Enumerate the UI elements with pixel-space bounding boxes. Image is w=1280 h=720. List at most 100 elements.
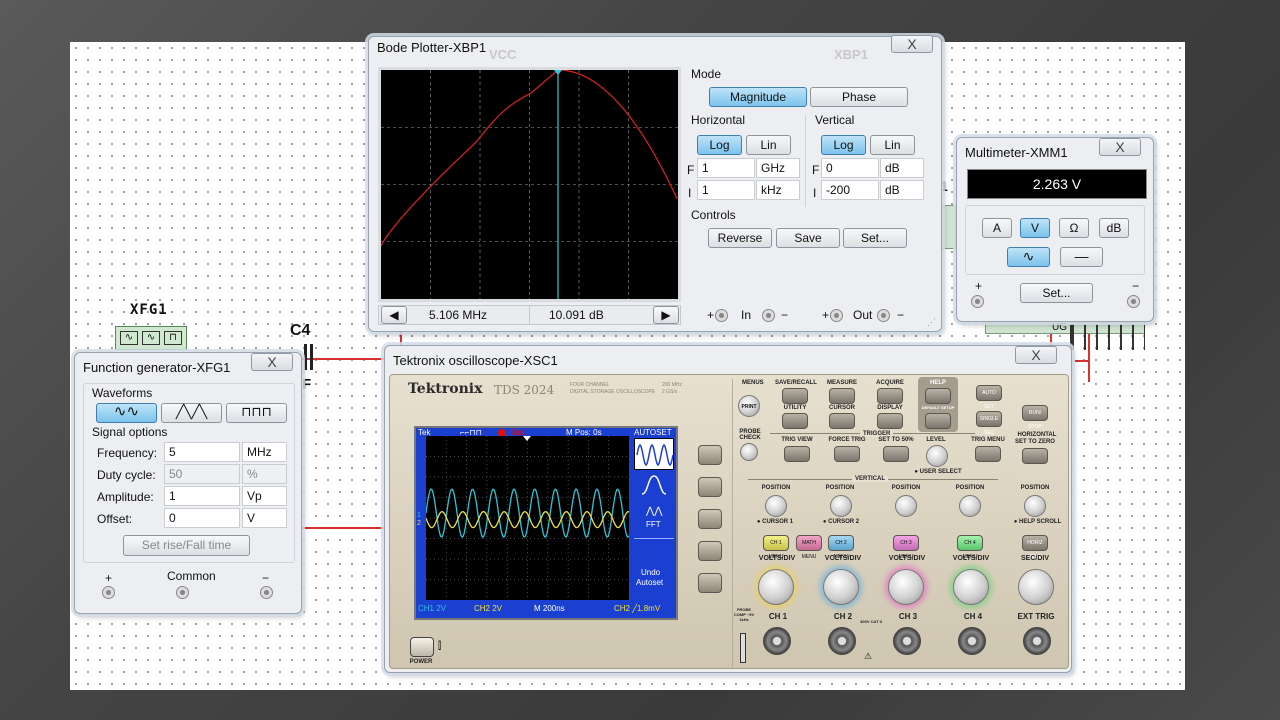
measure-button[interactable] [829,388,855,404]
set-to-zero-button[interactable] [1022,448,1048,464]
minus-terminal[interactable] [1127,295,1140,308]
close-icon[interactable]: X [251,353,293,371]
oscilloscope-window[interactable]: Tektronix oscilloscope-XSC1 X Tektronix … [384,345,1072,673]
cursor-button[interactable] [829,413,855,429]
help-button[interactable] [925,388,951,404]
ch2-menu-button[interactable]: CH 2 MENU [828,535,854,560]
cursor-right-button[interactable]: ▶ [653,306,679,324]
vertical-log-button[interactable]: Log [821,135,866,155]
close-icon[interactable]: X [891,35,933,53]
db-button[interactable]: dB [1099,218,1129,238]
print-button[interactable]: PRINT [738,395,760,417]
frequency-unit[interactable]: MHz [242,442,287,462]
ch3-volts-knob[interactable] [888,569,924,605]
horizontal-initial-value[interactable]: 1 [697,180,755,200]
horizontal-initial-unit[interactable]: kHz [756,180,800,200]
acquire-button[interactable] [877,388,903,404]
function-generator-window[interactable]: Function generator-XFG1 X Waveforms ∿∿ ╱… [74,352,302,614]
frequency-input[interactable]: 5 [164,442,240,462]
default-setup-button[interactable] [925,413,951,429]
run-stop-button[interactable]: RUN/ STOP [1022,405,1048,430]
save-recall-button[interactable] [782,388,808,404]
function-generator-symbol[interactable]: ∿ ∿ ⊓ [115,326,187,350]
scope-screen[interactable]: Tek ⌐⌐⊓⊓ Stop M Pos: 0s AUTOSET 1 2 ⋀⋀ F… [414,426,678,620]
amplitude-input[interactable]: 1 [164,486,240,506]
close-icon[interactable]: X [1099,138,1141,156]
autoset-fft-option[interactable]: ⋀⋀ FFT [634,504,674,534]
ch1-bnc-input[interactable] [763,627,791,655]
math-menu-button[interactable]: MATH MENU [796,535,822,560]
vertical-final-value[interactable]: 0 [821,158,879,178]
utility-button[interactable] [782,413,808,429]
display-button[interactable] [877,413,903,429]
single-seq-button[interactable]: SINGLE SEQ [976,411,1002,436]
trig-view-button[interactable] [784,446,810,462]
voltmeter-button[interactable]: V [1020,218,1050,238]
ch1-position-knob[interactable] [765,495,787,517]
minus-terminal[interactable] [260,586,273,599]
in-minus-terminal[interactable] [762,309,775,322]
out-minus-terminal[interactable] [877,309,890,322]
horizontal-final-unit[interactable]: GHz [756,158,800,178]
horiz-menu-button[interactable]: HORIZ MENU [1022,535,1048,560]
cursor-left-button[interactable]: ◀ [381,306,407,324]
ext-trig-bnc-input[interactable] [1023,627,1051,655]
offset-input[interactable]: 0 [164,508,240,528]
ch2-position-knob[interactable] [830,495,852,517]
duty-cycle-unit[interactable]: % [242,464,287,484]
ac-button[interactable]: ∿ [1007,247,1050,267]
horizontal-position-knob[interactable] [1024,495,1046,517]
horizontal-final-value[interactable]: 1 [697,158,755,178]
sine-wave-button[interactable]: ∿∿ [96,403,157,423]
set-50-button[interactable] [883,446,909,462]
triangle-wave-button[interactable]: ╱╲╱╲ [161,403,222,423]
dc-button[interactable]: — [1060,247,1103,267]
plus-terminal[interactable] [971,295,984,308]
ch4-bnc-input[interactable] [958,627,986,655]
menu-option-button-3[interactable] [698,509,722,529]
amplitude-unit[interactable]: Vp [242,486,287,506]
ammeter-button[interactable]: A [982,218,1012,238]
ch2-bnc-input[interactable] [828,627,856,655]
horizontal-log-button[interactable]: Log [697,135,742,155]
ch2-volts-knob[interactable] [823,569,859,605]
ch3-bnc-input[interactable] [893,627,921,655]
set-button[interactable]: Set... [843,228,907,248]
trigger-level-knob[interactable] [926,445,948,467]
in-plus-terminal[interactable] [715,309,728,322]
menu-option-button-1[interactable] [698,445,722,465]
ch1-volts-knob[interactable] [758,569,794,605]
magnitude-button[interactable]: Magnitude [709,87,807,107]
out-plus-terminal[interactable] [830,309,843,322]
set-rise-fall-button[interactable]: Set rise/Fall time [123,535,250,556]
vertical-initial-value[interactable]: -200 [821,180,879,200]
offset-unit[interactable]: V [242,508,287,528]
square-wave-button[interactable]: ⊓⊓⊓ [226,403,287,423]
horizontal-lin-button[interactable]: Lin [746,135,791,155]
ch3-position-knob[interactable] [895,495,917,517]
component-body[interactable] [940,205,956,249]
ch4-volts-knob[interactable] [953,569,989,605]
resize-grip-icon[interactable]: ⋰ [927,317,936,328]
vertical-final-unit[interactable]: dB [880,158,924,178]
ch1-menu-button[interactable]: CH 1 MENU [763,535,789,560]
vertical-initial-unit[interactable]: dB [880,180,924,200]
autoset-sine-option[interactable] [634,438,674,470]
phase-button[interactable]: Phase [810,87,908,107]
autoset-single-cycle-option[interactable] [634,472,674,502]
ch4-menu-button[interactable]: CH 4 MENU [957,535,983,560]
bode-plotter-window[interactable]: Bode Plotter-XBP1 VCC XBP1 X ◀ 5.106 MHz… [368,35,942,332]
save-button[interactable]: Save [776,228,840,248]
ch3-menu-button[interactable]: CH 3 MENU [893,535,919,560]
probe-check-button[interactable] [740,443,758,461]
sec-div-knob[interactable] [1018,569,1054,605]
close-icon[interactable]: X [1015,346,1057,364]
probe-comp-terminal[interactable] [740,633,746,663]
ch4-position-knob[interactable] [959,495,981,517]
multimeter-window[interactable]: Multimeter-XMM1 X 2.263 V A V Ω dB ∿ — S… [956,137,1154,322]
plus-terminal[interactable] [102,586,115,599]
common-terminal[interactable] [176,586,189,599]
reverse-button[interactable]: Reverse [708,228,772,248]
menu-option-button-5[interactable] [698,573,722,593]
set-button[interactable]: Set... [1020,283,1093,303]
